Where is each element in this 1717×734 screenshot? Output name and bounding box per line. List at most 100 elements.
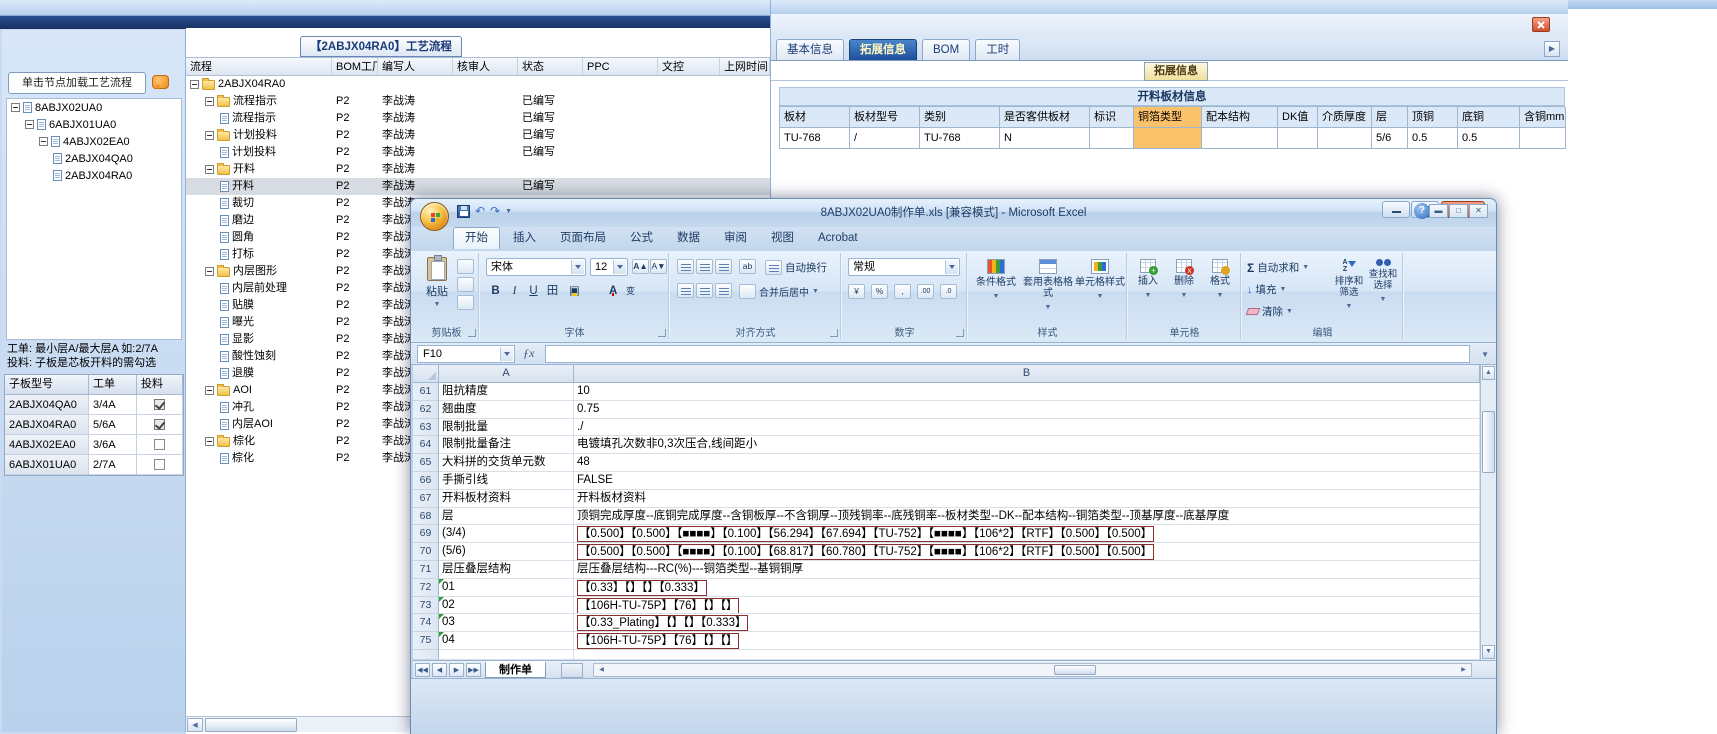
sheet-horizontal-scrollbar[interactable]: ◀ ▶	[593, 663, 1472, 677]
increase-decimal-icon[interactable]: .00	[917, 284, 934, 299]
tab-scroll-icon[interactable]: ▶	[1544, 41, 1560, 57]
sheet-tab[interactable]: 制作单	[485, 661, 546, 678]
number-format-combo[interactable]: 常规	[848, 258, 960, 276]
cell-b[interactable]: 层压叠层结构---RC(%)---铜箔类型--基铜铜厚	[574, 560, 1480, 579]
hscroll-left-icon[interactable]: ◀	[595, 665, 608, 675]
cell-a[interactable]: 大料拼的交货单元数	[439, 454, 574, 472]
wrap-text-button[interactable]: 自动换行	[765, 260, 827, 275]
scroll-left-icon[interactable]: ◀	[187, 718, 203, 732]
comma-format-icon[interactable]: ,	[894, 284, 911, 299]
scroll-down-icon[interactable]: ▼	[1482, 645, 1495, 659]
row-number[interactable]: 71	[413, 560, 439, 579]
flow-row[interactable]: 流程指示 P2 李战涛 已编写	[186, 110, 770, 127]
ribbon-tab-页面布局[interactable]: 页面布局	[549, 227, 617, 249]
insert-sheet-tab[interactable]	[561, 663, 583, 678]
minimize-button[interactable]	[1382, 201, 1410, 218]
redo-icon[interactable]: ↷	[490, 205, 500, 218]
cell-b[interactable]: 顶铜完成厚度--底铜完成厚度--含铜板厚--不含铜厚--顶残铜率--底残铜率--…	[574, 507, 1480, 526]
cell-b[interactable]: 电镀填孔次数非0,3次压合,线间距小	[574, 436, 1480, 455]
flow-row[interactable]: 计划投料 P2 李战涛 已编写	[186, 127, 770, 144]
cell-b[interactable]: 【0.33_Plating】【】【】【0.333】	[574, 614, 1480, 633]
tree-node[interactable]: 2ABJX04RA0	[7, 167, 181, 184]
delete-cells-button[interactable]: 删除▼	[1167, 259, 1201, 301]
info-data-cell[interactable]	[1090, 128, 1134, 149]
info-tab-BOM[interactable]: BOM	[922, 39, 971, 60]
tree-node[interactable]: 4ABJX02EA0	[7, 133, 181, 150]
expand-collapse-icon[interactable]	[11, 103, 20, 112]
copy-icon[interactable]	[457, 277, 474, 292]
board-row[interactable]: 2ABJX04RA0 5/6A	[5, 415, 183, 435]
select-all-corner[interactable]	[413, 365, 439, 383]
ribbon-tab-Acrobat[interactable]: Acrobat	[807, 227, 869, 249]
undo-icon[interactable]: ↶	[475, 205, 485, 218]
flow-title-tab[interactable]: 【2ABJX04RA0】工艺流程	[300, 36, 462, 57]
expand-collapse-icon[interactable]	[205, 97, 214, 106]
font-name-combo[interactable]: 宋体	[486, 258, 586, 276]
info-data-cell[interactable]	[1278, 128, 1318, 149]
cell-b[interactable]: 【0.500】【0.500】【■■■■】【0.100】【56.294】【67.6…	[574, 525, 1480, 544]
cell-a[interactable]: 阻抗精度	[439, 383, 574, 401]
cell-a[interactable]: 翘曲度	[439, 400, 574, 419]
row-number[interactable]: 74	[413, 614, 439, 633]
paste-button[interactable]: 粘贴 ▼	[419, 255, 455, 323]
font-dialog-launcher-icon[interactable]	[658, 329, 666, 337]
orientation-icon[interactable]: ab	[739, 259, 756, 274]
bold-button[interactable]: B	[486, 283, 505, 301]
formula-bar-expand-icon[interactable]: ▼	[1481, 350, 1489, 359]
load-flow-hint-button[interactable]: 单击节点加载工艺流程	[8, 72, 146, 94]
next-sheet-icon[interactable]: ▶	[449, 663, 464, 677]
fill-button[interactable]: ↓ 填充 ▼	[1247, 282, 1286, 297]
tree-node[interactable]: 2ABJX04QA0	[7, 150, 181, 167]
underline-button[interactable]: U	[524, 283, 543, 301]
column-header-B[interactable]: B	[574, 365, 1480, 383]
decrease-decimal-icon[interactable]: .0	[940, 284, 957, 299]
align-right-icon[interactable]	[715, 283, 732, 298]
hscroll-thumb[interactable]	[1054, 665, 1096, 675]
font-size-combo[interactable]: 12	[590, 258, 628, 276]
sub-tab-extended-info[interactable]: 拓展信息	[1144, 62, 1208, 81]
align-left-icon[interactable]	[677, 283, 694, 298]
cell-a[interactable]: 开料板材资料	[439, 489, 574, 508]
row-number[interactable]: 70	[413, 543, 439, 561]
align-center-icon[interactable]	[696, 283, 713, 298]
feed-checkbox[interactable]	[154, 459, 165, 470]
cell-a[interactable]: 层压叠层结构	[439, 560, 574, 579]
cell-a[interactable]: 限制批量	[439, 418, 574, 437]
cell-b[interactable]: 10	[574, 383, 1480, 401]
row-number[interactable]: 75	[413, 632, 439, 650]
prev-sheet-icon[interactable]: ◀	[432, 663, 447, 677]
workbook-minimize-icon[interactable]: ▬	[1429, 204, 1448, 218]
flow-row[interactable]: 流程指示 P2 李战涛 已编写	[186, 93, 770, 110]
shrink-font-icon[interactable]: A▼	[650, 259, 667, 274]
feed-checkbox[interactable]	[154, 439, 165, 450]
row-number[interactable]: 62	[413, 400, 439, 419]
info-tab-工时[interactable]: 工时	[975, 39, 1021, 60]
info-data-cell[interactable]: N	[1000, 128, 1090, 149]
formula-input[interactable]	[545, 345, 1470, 363]
expand-collapse-icon[interactable]	[25, 120, 34, 129]
name-box[interactable]: F10	[417, 345, 515, 363]
ribbon-tab-插入[interactable]: 插入	[502, 227, 547, 249]
cell-b[interactable]: 48	[574, 454, 1480, 472]
info-data-cell[interactable]	[1134, 128, 1202, 149]
row-number[interactable]: 69	[413, 525, 439, 544]
fill-color-icon[interactable]: ▣	[569, 285, 580, 297]
vertical-scroll-thumb[interactable]	[1482, 411, 1495, 473]
close-icon[interactable]	[1532, 17, 1550, 32]
info-window-titlebar[interactable]	[771, 0, 1568, 14]
excel-titlebar[interactable]: 8ABJX02UA0制作单.xls [兼容模式] - Microsoft Exc…	[411, 199, 1496, 227]
expand-collapse-icon[interactable]	[205, 131, 214, 140]
autosum-button[interactable]: Σ 自动求和 ▼	[1247, 260, 1309, 275]
clear-button[interactable]: 清除 ▼	[1245, 304, 1293, 319]
cell-a[interactable]: 04	[439, 632, 574, 650]
cell-b[interactable]: ./	[574, 418, 1480, 437]
column-header-A[interactable]: A	[439, 365, 574, 383]
ribbon-tab-公式[interactable]: 公式	[619, 227, 664, 249]
sheet-vertical-scrollbar[interactable]: ▲ ▼	[1480, 365, 1496, 660]
expand-collapse-icon[interactable]	[205, 267, 214, 276]
phonetic-guide-icon[interactable]: 变	[621, 283, 640, 301]
cell-a[interactable]: 03	[439, 614, 574, 633]
tree-node[interactable]: 8ABJX02UA0	[7, 99, 181, 116]
flow-row[interactable]: 计划投料 P2 李战涛 已编写	[186, 144, 770, 161]
info-data-cell[interactable]: 5/6	[1372, 128, 1408, 149]
